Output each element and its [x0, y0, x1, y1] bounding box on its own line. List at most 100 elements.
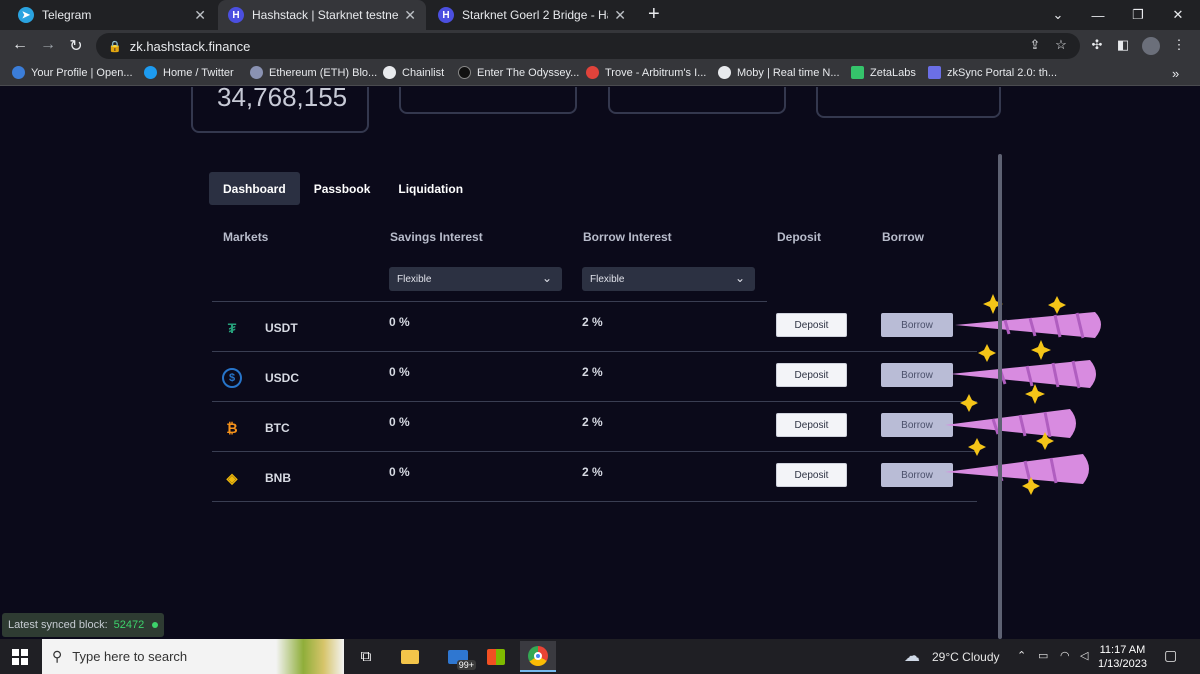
borrow-button[interactable]: Borrow	[881, 363, 953, 387]
store-icon[interactable]	[478, 641, 514, 672]
bookmark-item[interactable]: zkSync Portal 2.0: th...	[928, 66, 1057, 79]
market-symbol: USDC	[265, 371, 300, 385]
horn-icon	[950, 360, 1096, 389]
minimize-button[interactable]: —	[1076, 0, 1120, 30]
savings-rate: 0 %	[389, 365, 410, 379]
restore-button[interactable]: ❐	[1116, 0, 1160, 30]
close-window-button[interactable]: ✕	[1156, 0, 1200, 30]
deposit-button[interactable]: Deposit	[776, 463, 847, 487]
star-icon[interactable]: ☆	[1052, 37, 1070, 53]
usdt-icon: ₮	[227, 320, 237, 336]
scrollbar[interactable]	[998, 154, 1002, 639]
dashboard-tabs: Dashboard Passbook Liquidation	[209, 172, 477, 205]
header-savings-interest: Savings Interest	[390, 230, 483, 244]
bookmark-label: Enter The Odyssey...	[477, 66, 580, 79]
stat-card-total: $ 34,768,155	[191, 87, 369, 133]
total-value: $ 34,768,155	[217, 87, 348, 112]
tab-dashboard[interactable]: Dashboard	[209, 172, 300, 205]
new-tab-button[interactable]: +	[648, 3, 660, 26]
zksync-icon	[928, 66, 941, 79]
borrow-rate: 2 %	[582, 415, 603, 429]
speaker-icon[interactable]: ◁	[1080, 649, 1088, 662]
bookmark-item[interactable]: Your Profile | Open...	[12, 66, 133, 79]
usdc-icon: $	[222, 368, 242, 388]
taskbar-clock[interactable]: 11:17 AM 1/13/2023	[1098, 643, 1147, 671]
telegram-icon: ➤	[18, 7, 34, 23]
header-markets: Markets	[223, 230, 269, 244]
savings-rate: 0 %	[389, 465, 410, 479]
deposit-button[interactable]: Deposit	[776, 363, 847, 387]
clock-date: 1/13/2023	[1098, 658, 1147, 670]
bookmarks-overflow-icon[interactable]: »	[1172, 66, 1179, 81]
side-panel-icon[interactable]: ◧	[1114, 37, 1132, 53]
select-value: Flexible	[590, 273, 625, 285]
bookmark-label: Moby | Real time N...	[737, 66, 840, 79]
savings-term-select[interactable]: Flexible ⌄	[389, 267, 562, 291]
borrow-term-select[interactable]: Flexible ⌄	[582, 267, 755, 291]
header-borrow: Borrow	[882, 230, 924, 244]
bookmark-item[interactable]: Enter The Odyssey...	[458, 66, 579, 79]
bookmark-label: Trove - Arbitrum's I...	[605, 66, 707, 79]
chrome-icon[interactable]	[520, 641, 556, 672]
mail-icon[interactable]: 99+	[440, 641, 476, 672]
task-view-icon[interactable]: ⧉	[348, 641, 384, 672]
zetalabs-icon	[851, 66, 864, 79]
bookmark-item[interactable]: ZetaLabs	[851, 66, 916, 79]
btc-icon: ₿	[226, 420, 238, 436]
back-button[interactable]: ←	[10, 36, 30, 54]
search-placeholder: Type here to search	[72, 649, 188, 664]
tab-starknet-bridge[interactable]: H Starknet Goerl 2 Bridge - Hashsta ✕	[428, 0, 636, 30]
weather-icon[interactable]: ☁	[904, 646, 920, 666]
stat-card	[608, 87, 786, 114]
bookmark-label: Chainlist	[402, 66, 445, 79]
menu-icon[interactable]: ⋮	[1170, 37, 1188, 53]
bookmark-item[interactable]: Ethereum (ETH) Blo...	[250, 66, 377, 79]
hashstack-icon: H	[438, 7, 454, 23]
bookmark-label: Home / Twitter	[163, 66, 234, 79]
horn-icon	[955, 312, 1101, 339]
address-bar[interactable]: 🔒 zk.hashstack.finance	[96, 33, 1080, 59]
notification-icon[interactable]: ▢	[1164, 647, 1177, 664]
forward-button[interactable]: →	[38, 36, 58, 54]
stat-card	[816, 87, 1001, 118]
bookmark-item[interactable]: Chainlist	[383, 66, 444, 79]
extensions-icon[interactable]: ✣	[1088, 37, 1106, 53]
savings-rate: 0 %	[389, 415, 410, 429]
windows-icon	[12, 648, 28, 665]
windows-start-button[interactable]	[2, 641, 38, 672]
close-icon[interactable]: ✕	[404, 7, 416, 24]
tab-passbook[interactable]: Passbook	[300, 172, 385, 205]
taskbar-search[interactable]: ⚲ Type here to search	[42, 639, 344, 674]
weather-text[interactable]: 29°C Cloudy	[932, 650, 1000, 664]
battery-icon[interactable]: ▭	[1038, 649, 1048, 662]
trove-icon	[586, 66, 599, 79]
tab-telegram[interactable]: ➤ Telegram ✕	[8, 0, 216, 30]
borrow-button[interactable]: Borrow	[881, 463, 953, 487]
bookmark-item[interactable]: Moby | Real time N...	[718, 66, 840, 79]
market-symbol: BNB	[265, 471, 291, 485]
bookmark-label: Ethereum (ETH) Blo...	[269, 66, 378, 79]
bookmark-item[interactable]: Home / Twitter	[144, 66, 234, 79]
share-icon[interactable]: ⇪	[1026, 37, 1044, 53]
tab-liquidation[interactable]: Liquidation	[384, 172, 477, 205]
avatar[interactable]	[1142, 37, 1160, 55]
sync-block-number: 52472	[113, 619, 145, 631]
bookmark-item[interactable]: Trove - Arbitrum's I...	[586, 66, 706, 79]
select-value: Flexible	[397, 273, 432, 285]
chevron-up-icon[interactable]: ⌃	[1017, 649, 1026, 662]
reload-button[interactable]: ↻	[66, 36, 86, 56]
chevron-down-icon: ⌄	[541, 271, 552, 285]
search-icon: ⚲	[52, 648, 63, 664]
deposit-button[interactable]: Deposit	[776, 313, 847, 337]
tab-hashstack[interactable]: H Hashstack | Starknet testnet ✕	[218, 0, 426, 30]
borrow-button[interactable]: Borrow	[881, 313, 953, 337]
close-icon[interactable]: ✕	[194, 7, 206, 24]
deposit-button[interactable]: Deposit	[776, 413, 847, 437]
borrow-button[interactable]: Borrow	[881, 413, 953, 437]
tab-search-chevron-icon[interactable]: ⌄	[1036, 0, 1080, 30]
close-icon[interactable]: ✕	[614, 7, 626, 24]
file-explorer-icon[interactable]	[392, 641, 428, 672]
bookmark-icon	[12, 66, 25, 79]
horn-icon	[945, 454, 1089, 484]
wifi-icon[interactable]: ◠	[1060, 649, 1070, 662]
